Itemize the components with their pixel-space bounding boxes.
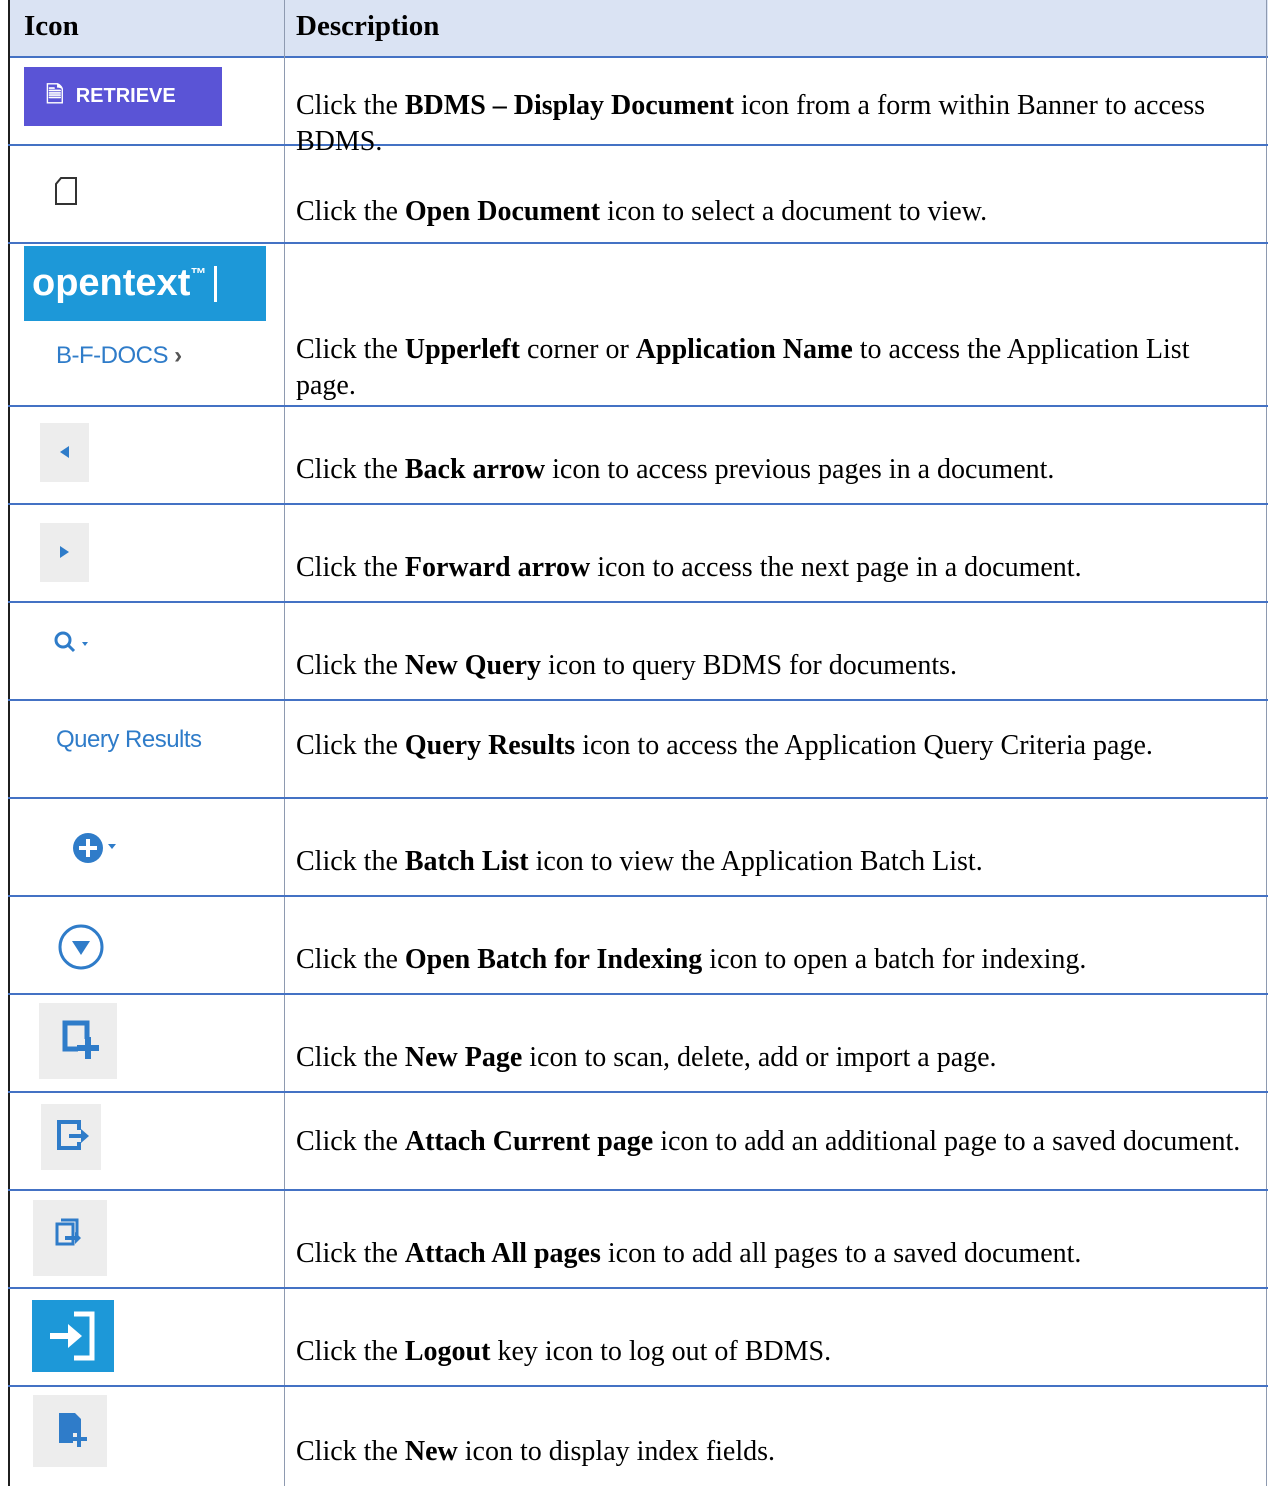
row-description: Click the Upperleft corner or Applicatio… bbox=[296, 334, 1190, 401]
header-icon: Icon bbox=[24, 10, 79, 42]
row-divider bbox=[8, 242, 1268, 244]
back-arrow-icon[interactable] bbox=[40, 423, 89, 482]
row-description: Click the Attach All pages icon to add a… bbox=[296, 1238, 1082, 1269]
row-divider bbox=[8, 601, 1268, 603]
row-divider bbox=[8, 1189, 1268, 1191]
new-document-icon[interactable] bbox=[33, 1395, 107, 1467]
document-icon: 🗎 bbox=[46, 81, 64, 107]
new-page-icon[interactable] bbox=[39, 1003, 117, 1079]
application-name-link[interactable]: B-F-DOCS › bbox=[56, 342, 182, 370]
attach-all-pages-icon[interactable] bbox=[33, 1200, 107, 1276]
query-results-link[interactable]: Query Results bbox=[56, 726, 202, 754]
opentext-logo[interactable]: opentext ™ bbox=[24, 246, 266, 321]
row-divider bbox=[8, 699, 1268, 701]
row-description: Click the Batch List icon to view the Ap… bbox=[296, 846, 983, 877]
row-description: Click the New Page icon to scan, delete,… bbox=[296, 1042, 997, 1073]
row-divider bbox=[8, 895, 1268, 897]
row-divider bbox=[8, 797, 1268, 799]
row-description: Click the New icon to display index fiel… bbox=[296, 1436, 776, 1467]
right-border bbox=[1266, 0, 1267, 1486]
retrieve-button[interactable]: 🗎 RETRIEVE bbox=[24, 67, 222, 126]
row-divider bbox=[8, 405, 1268, 407]
open-batch-indexing-icon[interactable] bbox=[56, 922, 106, 972]
row-divider bbox=[8, 503, 1268, 505]
forward-arrow-icon[interactable] bbox=[40, 523, 89, 582]
row-description: Click the Open Document icon to select a… bbox=[296, 196, 988, 227]
icon-reference-table: Icon Description 🗎 RETRIEVE Click the BD… bbox=[8, 0, 1268, 1486]
row-description: Click the Logout key icon to log out of … bbox=[296, 1336, 832, 1367]
attach-current-page-icon[interactable] bbox=[41, 1104, 101, 1170]
left-border bbox=[8, 0, 10, 1486]
table-header: Icon Description bbox=[8, 0, 1268, 58]
batch-list-icon[interactable] bbox=[72, 828, 132, 868]
logout-icon[interactable] bbox=[32, 1300, 114, 1372]
header-description: Description bbox=[296, 10, 440, 42]
row-divider bbox=[8, 1385, 1268, 1387]
chevron-right-icon: › bbox=[174, 342, 182, 369]
row-divider bbox=[8, 993, 1268, 995]
row-description: Click the Forward arrow icon to access t… bbox=[296, 552, 1082, 583]
column-divider bbox=[284, 0, 285, 1486]
row-description: Click the Query Results icon to access t… bbox=[296, 730, 1153, 761]
open-document-icon[interactable] bbox=[54, 176, 78, 206]
row-description: Click the BDMS – Display Document icon f… bbox=[296, 90, 1206, 157]
row-description: Click the Back arrow icon to access prev… bbox=[296, 454, 1055, 485]
row-description: Click the Open Batch for Indexing icon t… bbox=[296, 944, 1087, 975]
row-divider bbox=[8, 1287, 1268, 1289]
row-divider bbox=[8, 1091, 1268, 1093]
new-query-icon[interactable] bbox=[52, 628, 104, 658]
row-description: Click the New Query icon to query BDMS f… bbox=[296, 650, 958, 681]
retrieve-label: RETRIEVE bbox=[75, 85, 176, 107]
row-description: Click the Attach Current page icon to ad… bbox=[296, 1126, 1241, 1157]
